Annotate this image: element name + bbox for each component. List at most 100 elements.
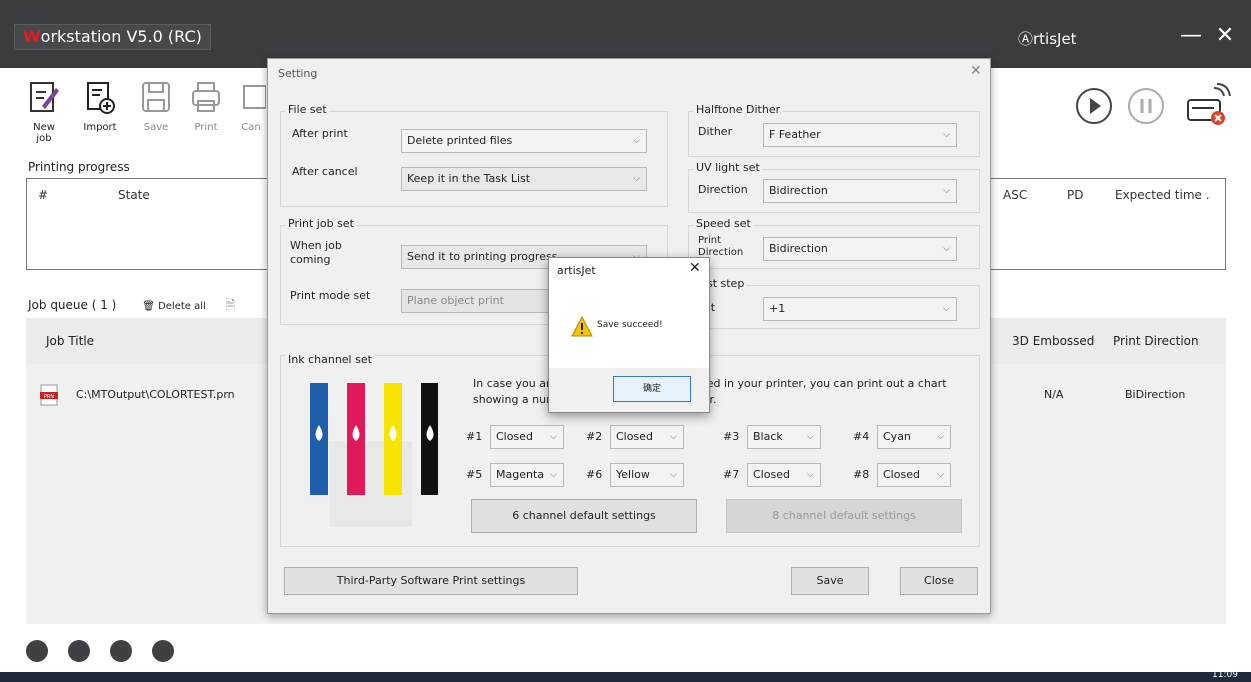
channel-number-7: #7 <box>723 468 740 481</box>
channel-value-6: Yellow <box>616 468 650 481</box>
halftone-label: Halftone Dither <box>694 103 783 116</box>
print-job-set-label: Print job set <box>286 217 356 230</box>
channel-number-6: #6 <box>586 468 603 481</box>
after-print-value: Delete printed files <box>407 134 513 147</box>
eight-channel-default-button[interactable]: 8 channel default settings <box>726 499 962 533</box>
close-window-button[interactable]: ✕ <box>1212 24 1238 48</box>
cancel-toolbar-button[interactable]: Can <box>236 80 266 150</box>
app-title: Workstation V5.0 (RC) <box>14 24 211 50</box>
channel-value-7: Closed <box>753 468 790 481</box>
save-button[interactable]: Save <box>791 567 869 595</box>
direction-cell: BiDirection <box>1125 388 1186 401</box>
channel-select-3[interactable]: Black ⌵ <box>747 425 821 449</box>
minimize-button[interactable]: — <box>1178 24 1204 48</box>
app-title-text: orkstation V5.0 (RC) <box>40 27 202 46</box>
channel-number-5: #5 <box>466 468 483 481</box>
chevron-down-icon: ⌵ <box>943 130 950 140</box>
col-3d-embossed: 3D Embossed <box>1012 334 1095 348</box>
ink-help-text-3: showing a nur <box>473 393 551 406</box>
new-job-icon <box>30 82 59 112</box>
channel-number-2: #2 <box>586 430 603 443</box>
settings-gear-icon[interactable] <box>26 640 48 662</box>
channel-value-5: Magenta <box>496 468 545 481</box>
trash-icon: 🗑 <box>142 301 155 312</box>
setting-title: Setting <box>278 67 318 80</box>
brand-logo: ⒶrtisJet <box>1018 30 1077 48</box>
channel-select-5[interactable]: Magenta ⌵ <box>490 463 564 487</box>
col-asc: ASC <box>1003 188 1028 202</box>
taskbar-clock: 11:09 <box>1212 670 1238 680</box>
adjust-select[interactable]: +1 ⌵ <box>763 297 957 321</box>
print-mode-select[interactable]: Plane object print <box>401 289 551 313</box>
six-channel-default-button[interactable]: 6 channel default settings <box>471 499 697 533</box>
delete-all-button[interactable]: 🗑 Delete all <box>142 301 206 312</box>
print-toolbar-label: Print <box>194 122 218 133</box>
printing-progress-label: Printing progress <box>28 160 130 174</box>
print-icon <box>192 82 220 112</box>
warning-icon <box>571 316 593 337</box>
print-direction-select[interactable]: Bidirection ⌵ <box>763 237 957 261</box>
uv-direction-select[interactable]: Bidirection ⌵ <box>763 179 957 203</box>
statistics-icon[interactable] <box>110 640 132 662</box>
col-expected-time: Expected time . <box>1115 188 1210 202</box>
channel-select-6[interactable]: Yellow ⌵ <box>610 463 684 487</box>
uv-direction-label: Direction <box>698 183 748 196</box>
third-party-settings-button[interactable]: Third-Party Software Print settings <box>284 567 578 595</box>
save-success-dialog: artisJet ✕ Save succeed! 确定 <box>548 257 710 413</box>
print-direction-label: Print Direction <box>698 235 744 258</box>
import-button[interactable]: Import <box>80 80 120 150</box>
prn-file-icon: PRN <box>40 384 58 409</box>
dither-select[interactable]: F Feather ⌵ <box>763 123 957 147</box>
dither-label: Dither <box>698 125 733 138</box>
col-job-title: Job Title <box>46 334 95 348</box>
channel-select-7[interactable]: Closed ⌵ <box>747 463 821 487</box>
channel-select-2[interactable]: Closed ⌵ <box>610 425 684 449</box>
chevron-down-icon: ⌵ <box>550 470 557 480</box>
document-list-icon[interactable] <box>68 640 90 662</box>
channel-value-4: Cyan <box>883 430 911 443</box>
close-button[interactable]: Close <box>900 567 978 595</box>
channel-value-3: Black <box>753 430 783 443</box>
print-direction-value: Bidirection <box>769 242 828 255</box>
msgbox-close-icon[interactable]: ✕ <box>689 260 701 276</box>
app-title-initial: W <box>23 27 41 46</box>
file-set-group <box>280 111 668 207</box>
channel-select-4[interactable]: Cyan ⌵ <box>877 425 951 449</box>
ink-cartridges-illustration <box>308 381 439 532</box>
ink-help-text-2: aded in your printer, you can print out … <box>693 377 947 390</box>
setting-close-icon[interactable]: ✕ <box>970 63 982 79</box>
after-print-select[interactable]: Delete printed files ⌵ <box>401 129 647 153</box>
after-cancel-select[interactable]: Keep it in the Task List ⌵ <box>401 167 647 191</box>
channel-number-8: #8 <box>853 468 870 481</box>
channel-number-4: #4 <box>853 430 870 443</box>
channel-select-1[interactable]: Closed ⌵ <box>490 425 564 449</box>
ink-cartridges-icon <box>310 383 439 527</box>
cancel-toolbar-label: Can <box>241 122 261 133</box>
chevron-down-icon: ⌵ <box>670 432 677 442</box>
save-toolbar-button[interactable]: Save <box>136 80 176 150</box>
pause-icon[interactable] <box>1126 86 1166 126</box>
after-cancel-label: After cancel <box>292 165 358 178</box>
document-icon[interactable]: 🗎 <box>226 298 236 312</box>
chevron-down-icon: ⌵ <box>937 432 944 442</box>
chevron-down-icon: ⌵ <box>937 470 944 480</box>
chevron-down-icon: ⌵ <box>633 174 640 184</box>
job-queue-label: Job queue ( 1 ) <box>28 298 117 312</box>
job-title-cell[interactable]: C:\MTOutput\COLORTEST.prn <box>76 388 235 401</box>
col-state: State <box>118 188 150 202</box>
import-label: Import <box>83 122 117 133</box>
print-toolbar-button[interactable]: Print <box>186 80 226 150</box>
play-icon[interactable] <box>1074 86 1114 126</box>
ok-button[interactable]: 确定 <box>613 376 691 402</box>
prn-badge-text: PRN <box>44 394 54 400</box>
channel-select-8[interactable]: Closed ⌵ <box>877 463 951 487</box>
uv-direction-value: Bidirection <box>769 184 828 197</box>
new-job-button[interactable]: New job <box>24 80 64 150</box>
chevron-down-icon: ⌵ <box>670 470 677 480</box>
save-toolbar-label: Save <box>143 122 169 133</box>
chevron-down-icon: ⌵ <box>807 470 814 480</box>
dither-value: F Feather <box>769 128 821 141</box>
api-icon[interactable] <box>152 640 174 662</box>
delete-all-label: Delete all <box>158 301 206 312</box>
printer-status-icon[interactable] <box>1184 80 1234 130</box>
